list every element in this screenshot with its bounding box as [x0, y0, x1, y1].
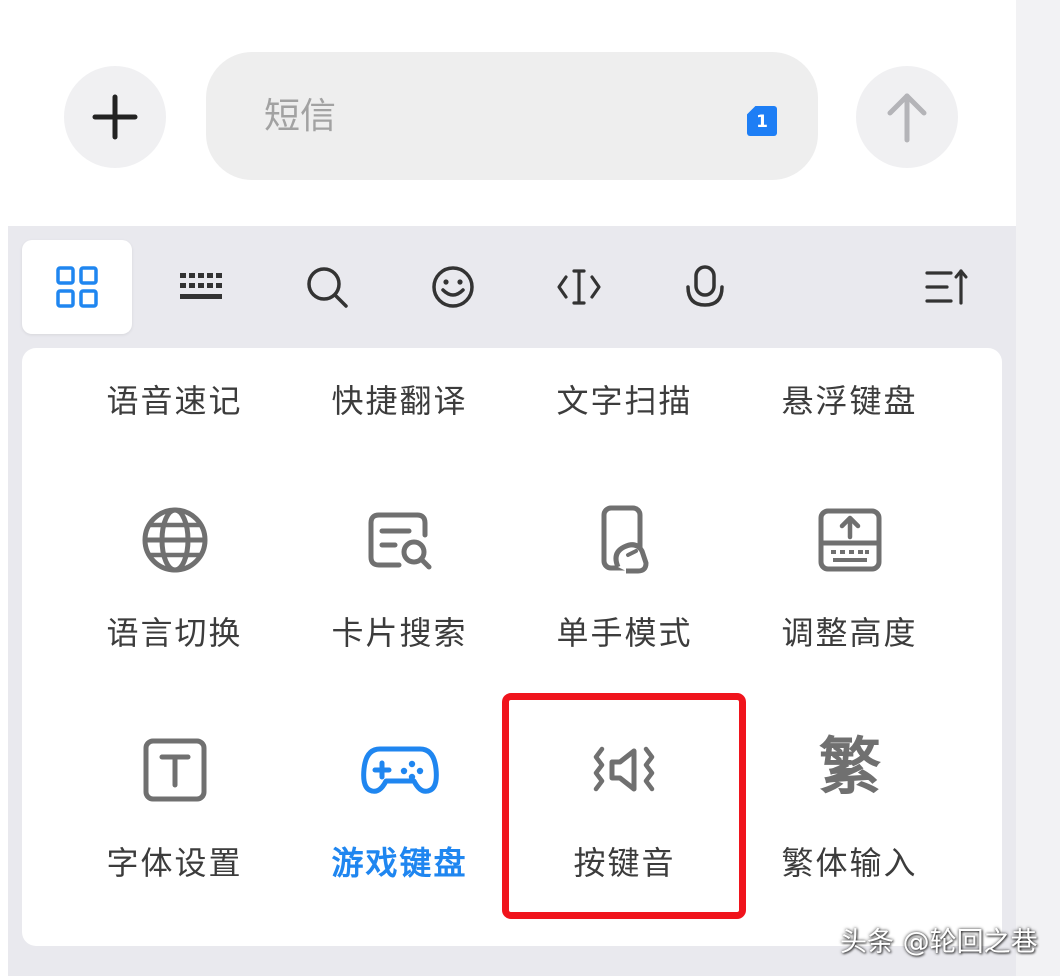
tab-tools[interactable]: [22, 240, 132, 334]
tool-language-switch[interactable]: 语言切换: [62, 488, 287, 658]
tool-label: 游戏键盘: [331, 844, 468, 882]
tab-search[interactable]: [272, 240, 382, 334]
tool-card-search[interactable]: 卡片搜索: [287, 488, 512, 658]
grid-icon: [56, 266, 98, 308]
card-search-icon: [368, 512, 432, 570]
send-button[interactable]: [856, 66, 958, 168]
globe-icon: [142, 507, 208, 573]
adjust-height-icon: [818, 508, 882, 572]
message-field[interactable]: 1: [206, 52, 818, 180]
tool-text-scan[interactable]: 文字扫描: [512, 348, 737, 448]
traditional-char-icon: 繁: [818, 730, 881, 803]
tool-label: 单手模式: [556, 614, 693, 652]
tool-one-hand-mode[interactable]: 单手模式: [512, 488, 737, 658]
tool-label: 语言切换: [106, 614, 243, 652]
tool-traditional-input[interactable]: 繁 繁体输入: [737, 718, 962, 888]
tool-game-keyboard[interactable]: 游戏键盘: [287, 718, 512, 888]
text-cursor-icon: [557, 269, 601, 305]
tool-label: 快捷翻译: [331, 382, 468, 420]
font-icon: [143, 738, 207, 802]
tool-voice-note[interactable]: 语音速记: [62, 348, 287, 448]
tool-font-settings[interactable]: 字体设置: [62, 718, 287, 888]
tab-keyboard[interactable]: [146, 240, 256, 334]
search-icon: [307, 267, 348, 308]
right-edge-strip: [1016, 0, 1060, 976]
tool-label: 悬浮键盘: [781, 382, 918, 420]
tool-label: 卡片搜索: [331, 614, 468, 652]
tab-cursor[interactable]: [524, 240, 634, 334]
tab-emoji[interactable]: [398, 240, 508, 334]
tool-label: 文字扫描: [556, 382, 693, 420]
gamepad-icon: [361, 746, 439, 794]
keyboard-icon: [180, 273, 222, 299]
tool-floating-keyboard[interactable]: 悬浮键盘: [737, 348, 962, 448]
tab-voice[interactable]: [650, 240, 760, 334]
tab-collapse[interactable]: [892, 240, 1002, 334]
tool-label: 调整高度: [781, 614, 918, 652]
tool-adjust-height[interactable]: 调整高度: [737, 488, 962, 658]
watermark: 头条 @轮回之巷: [840, 927, 1038, 958]
tool-label: 繁体输入: [781, 844, 918, 882]
tool-label: 字体设置: [106, 844, 243, 882]
arrow-up-icon: [887, 93, 927, 143]
sim-card-badge: 1: [747, 106, 777, 136]
microphone-icon: [686, 265, 724, 307]
tool-label: 语音速记: [106, 382, 243, 420]
collapse-menu-icon: [925, 269, 968, 305]
tool-quick-translate[interactable]: 快捷翻译: [287, 348, 512, 448]
compose-bar: 1: [8, 0, 1016, 226]
plus-icon: [92, 94, 138, 140]
emoji-icon: [432, 266, 474, 308]
message-input[interactable]: [264, 86, 724, 146]
highlight-box: [502, 693, 746, 919]
one-hand-icon: [601, 505, 649, 574]
add-attachment-button[interactable]: [64, 66, 166, 168]
